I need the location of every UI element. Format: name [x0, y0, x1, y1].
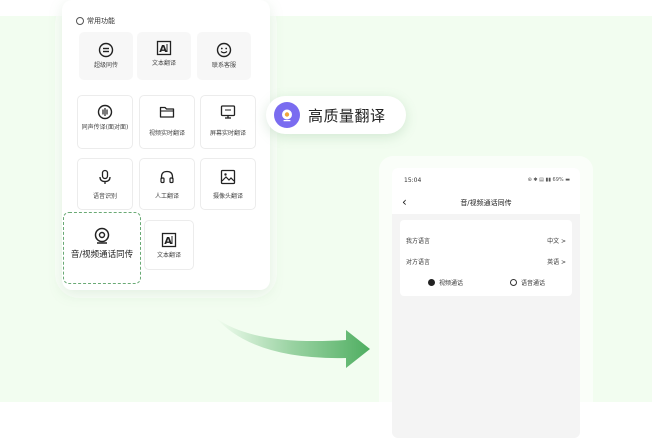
- favorites-icon: [76, 17, 84, 25]
- webcam-icon: [93, 227, 111, 245]
- other-language-row[interactable]: 对方语言 英语 >: [406, 257, 566, 269]
- feature-human-translate[interactable]: 人工翻译: [139, 158, 195, 210]
- row-value: 中文 >: [547, 238, 566, 245]
- feature-super-interp[interactable]: 超级同传: [79, 32, 133, 80]
- feature-video-translate[interactable]: 视频实时翻译: [139, 95, 195, 149]
- headset-icon: [159, 169, 175, 185]
- svg-text:A: A: [159, 44, 167, 55]
- feature-contact-service[interactable]: 联系客服: [197, 32, 251, 80]
- feature-simultaneous[interactable]: 同声传译(面对面): [77, 95, 133, 149]
- feature-label: 人工翻译: [154, 193, 179, 200]
- language-settings-card: 我方语言 中文 > 对方语言 英语 > 视频通话 语音通话: [400, 220, 572, 296]
- feature-label: 文本翻译: [156, 252, 181, 259]
- smile-chat-icon: [216, 42, 232, 58]
- option-video-call[interactable]: 视频通话: [428, 278, 463, 287]
- my-language-row[interactable]: 我方语言 中文 >: [406, 236, 566, 248]
- status-time: 15:04: [404, 177, 422, 184]
- simultaneous-interp-icon: [97, 104, 113, 120]
- feature-text-translate-2[interactable]: A 文本翻译: [144, 220, 194, 270]
- equals-circle-icon: [98, 42, 114, 58]
- microphone-icon: [97, 169, 113, 185]
- feature-speech-recognition[interactable]: 语音识别: [77, 158, 133, 210]
- text-translate-icon: A: [161, 232, 177, 248]
- feature-label: 联系客服: [211, 62, 236, 69]
- folder-icon: [159, 104, 175, 120]
- text-translate-icon: A: [156, 40, 172, 56]
- radio-unselected-icon: [510, 279, 517, 286]
- flow-arrow: [216, 318, 370, 368]
- high-quality-badge: 高质量翻译: [266, 96, 406, 134]
- feature-label: 同声传译(面对面): [81, 124, 129, 131]
- section-title: 常用功能: [76, 16, 115, 26]
- row-label: 我方语言: [406, 238, 431, 245]
- feature-av-call-interp[interactable]: 音/视频通话同传: [63, 212, 141, 284]
- battery-percent: 69%: [552, 177, 564, 183]
- feature-camera-translate[interactable]: 摄像头翻译: [200, 158, 256, 210]
- radio-selected-icon: [428, 279, 435, 286]
- option-label: 视频通话: [439, 280, 464, 287]
- section-title-text: 常用功能: [87, 17, 115, 25]
- feature-text-translate[interactable]: A 文本翻译: [137, 32, 191, 80]
- status-bar: 15:04 ⊛ ✱ ▤ ▮▮ 69% ▬: [392, 168, 580, 190]
- feature-label: 超级同传: [93, 62, 118, 69]
- feature-label: 摄像头翻译: [212, 193, 243, 200]
- option-label: 语音通话: [521, 280, 546, 287]
- phone-title-bar: ‹ 音/视频通话同传: [392, 190, 580, 214]
- screen-icon: [220, 104, 236, 120]
- row-label: 对方语言: [406, 259, 431, 266]
- row-value: 英语 >: [547, 259, 566, 266]
- feature-label: 文本翻译: [151, 60, 176, 67]
- phone-screen: 15:04 ⊛ ✱ ▤ ▮▮ 69% ▬ ‹ 音/视频通话同传 我方语言 中文 …: [392, 168, 580, 438]
- image-icon: [220, 169, 236, 185]
- svg-text:A: A: [164, 236, 172, 247]
- battery-status: ⊛ ✱ ▤ ▮▮ 69% ▬: [527, 177, 570, 183]
- phone-title: 音/视频通话同传: [460, 199, 512, 207]
- webcam-icon: [274, 102, 300, 128]
- badge-label: 高质量翻译: [308, 106, 386, 125]
- feature-screen-translate[interactable]: 屏幕实时翻译: [200, 95, 256, 149]
- feature-label: 屏幕实时翻译: [209, 130, 246, 137]
- feature-label: 语音识别: [92, 193, 117, 200]
- option-voice-call[interactable]: 语音通话: [510, 278, 545, 287]
- feature-label: 音/视频通话同传: [70, 250, 134, 260]
- feature-label: 视频实时翻译: [148, 130, 185, 137]
